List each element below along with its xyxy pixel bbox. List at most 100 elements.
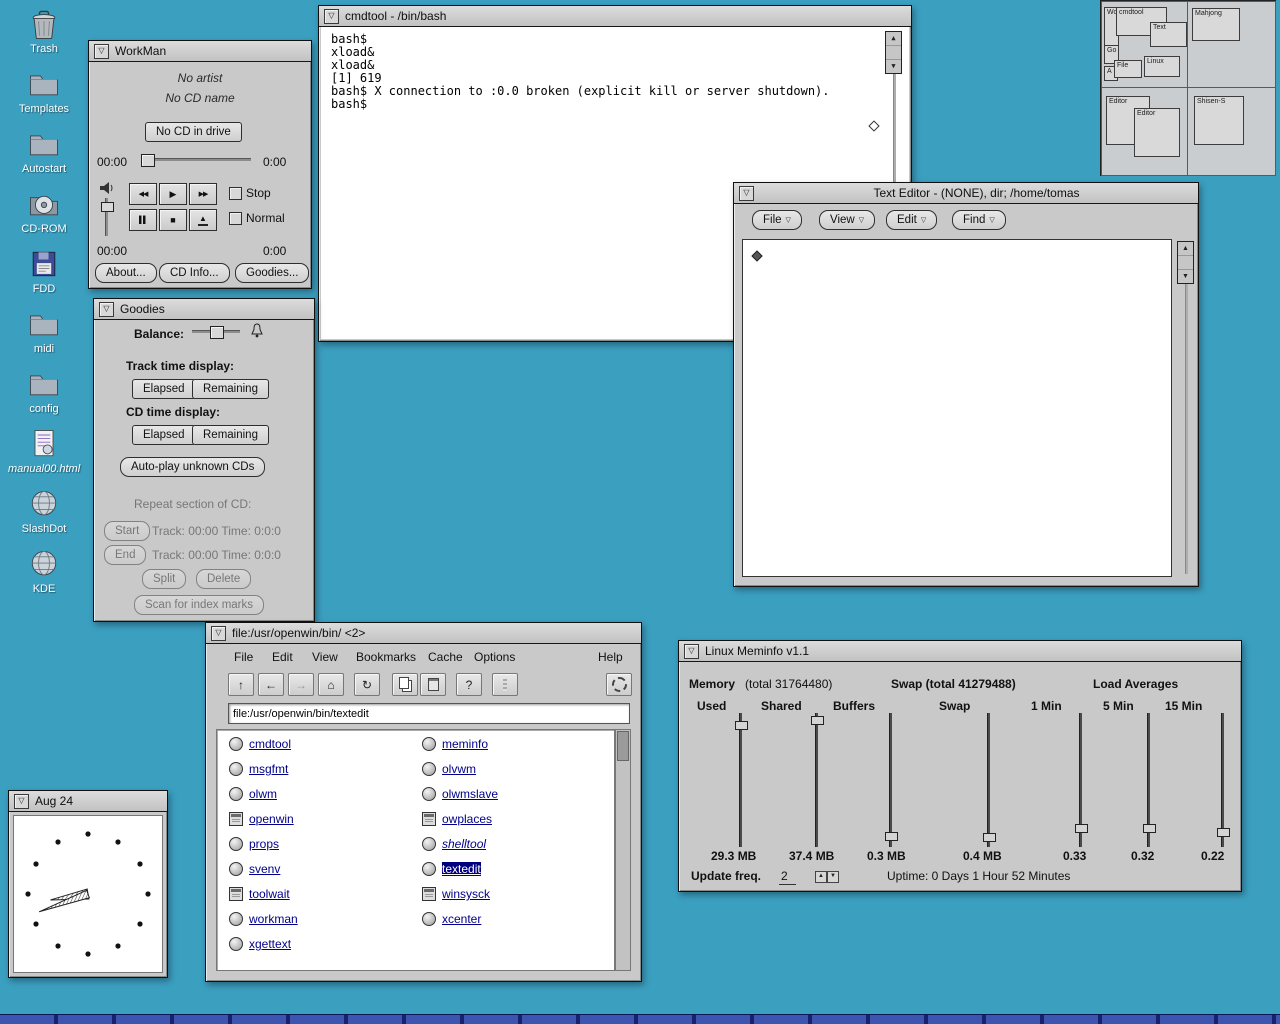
scroll-down-icon[interactable]: ▼ — [1178, 270, 1193, 283]
delete-button[interactable]: Delete — [196, 569, 251, 589]
cd-remaining-button[interactable]: Remaining — [192, 425, 269, 445]
update-freq-value[interactable]: 2 — [779, 869, 796, 885]
repeat-start-button[interactable]: Start — [104, 521, 150, 541]
list-item[interactable]: openwin — [229, 809, 294, 829]
pager-desktop-2[interactable]: Mahjong — [1187, 1, 1276, 89]
file-link[interactable]: textedit — [442, 862, 481, 876]
slider-thumb[interactable] — [141, 154, 155, 167]
file-link[interactable]: winsysck — [442, 887, 490, 901]
list-item[interactable]: shelltool — [422, 834, 486, 854]
goodies-button[interactable]: Goodies... — [235, 263, 309, 283]
menu-options[interactable]: Options — [474, 650, 515, 664]
next-track-button[interactable]: ▶▶ — [189, 183, 217, 205]
list-item[interactable]: meminfo — [422, 734, 488, 754]
meminfo-titlebar[interactable]: ▽ Linux Meminfo v1.1 — [679, 641, 1241, 662]
repeat-end-button[interactable]: End — [104, 545, 146, 565]
menu-edit[interactable]: Edit — [272, 650, 293, 664]
split-button[interactable]: Split — [142, 569, 186, 589]
cd-elapsed-button[interactable]: Elapsed — [132, 425, 196, 445]
pager-mini-window[interactable]: Text — [1150, 22, 1187, 47]
window-menu-button[interactable]: ▽ — [14, 794, 29, 809]
list-item-selected[interactable]: textedit — [422, 859, 481, 879]
desktop-icon-trash[interactable]: Trash — [8, 6, 80, 55]
scrollbar-elevator[interactable]: ▲ ▼ — [1177, 241, 1194, 284]
forward-button[interactable]: → — [288, 673, 314, 696]
pager-mini-window[interactable]: Shisen-S — [1194, 96, 1244, 145]
scrollbar-elevator[interactable]: ▲ ▼ — [885, 31, 902, 74]
reload-button[interactable]: ↻ — [354, 673, 380, 696]
track-remaining-button[interactable]: Remaining — [192, 379, 269, 399]
update-freq-up-button[interactable]: ▲ — [815, 871, 827, 883]
home-button[interactable]: ⌂ — [318, 673, 344, 696]
cd-status-button[interactable]: No CD in drive — [145, 122, 242, 142]
window-menu-button[interactable]: ▽ — [94, 44, 109, 59]
menu-bookmarks[interactable]: Bookmarks — [356, 650, 416, 664]
slider-thumb[interactable] — [210, 326, 224, 339]
clock-titlebar[interactable]: ▽ Aug 24 — [9, 791, 167, 812]
play-button[interactable]: ▶ — [159, 183, 187, 205]
list-item[interactable]: olwmslave — [422, 784, 498, 804]
file-link[interactable]: props — [249, 837, 279, 851]
list-item[interactable]: cmdtool — [229, 734, 291, 754]
desktop-icon-slashdot[interactable]: SlashDot — [8, 486, 80, 535]
up-button[interactable]: ↑ — [228, 673, 254, 696]
stop-button[interactable] — [492, 673, 518, 696]
scroll-up-icon[interactable]: ▲ — [886, 32, 901, 46]
window-menu-button[interactable]: ▽ — [684, 644, 699, 659]
slider-thumb[interactable] — [101, 202, 114, 212]
list-item[interactable]: props — [229, 834, 279, 854]
workman-titlebar[interactable]: ▽ WorkMan — [89, 41, 311, 62]
eject-button[interactable]: ▲ — [189, 209, 217, 231]
desktop-icon-midi[interactable]: midi — [8, 306, 80, 355]
file-link[interactable]: workman — [249, 912, 298, 926]
file-link[interactable]: toolwait — [249, 887, 290, 901]
list-item[interactable]: xgettext — [229, 934, 291, 954]
menu-cache[interactable]: Cache — [428, 650, 463, 664]
desktop-icon-kde[interactable]: KDE — [8, 546, 80, 595]
scan-index-button[interactable]: Scan for index marks — [134, 595, 264, 615]
file-link[interactable]: svenv — [249, 862, 280, 876]
list-item[interactable]: olwm — [229, 784, 277, 804]
file-link[interactable]: msgfmt — [249, 762, 288, 776]
cd-info-button[interactable]: CD Info... — [159, 263, 230, 283]
find-menu-button[interactable]: Find▽ — [952, 210, 1006, 230]
list-item[interactable]: svenv — [229, 859, 280, 879]
list-item[interactable]: xcenter — [422, 909, 481, 929]
update-freq-down-button[interactable]: ▼ — [827, 871, 839, 883]
window-menu-button[interactable]: ▽ — [739, 186, 754, 201]
help-button[interactable]: ? — [456, 673, 482, 696]
autoplay-button[interactable]: Auto-play unknown CDs — [120, 457, 265, 477]
pager-desktop-1[interactable]: Wo Go A cmdtool Text File Linux — [1101, 1, 1189, 89]
taskbar[interactable] — [0, 1014, 1280, 1024]
desktop-icon-autostart[interactable]: Autostart — [8, 126, 80, 175]
gear-button[interactable] — [606, 673, 632, 696]
list-item[interactable]: msgfmt — [229, 759, 288, 779]
scrollbar-cable[interactable] — [1185, 241, 1188, 574]
stop-button[interactable]: ■ — [159, 209, 187, 231]
file-link[interactable]: xcenter — [442, 912, 481, 926]
texteditor-titlebar[interactable]: ▽ Text Editor - (NONE), dir; /home/tomas — [734, 183, 1198, 204]
scroll-drag-box[interactable] — [1178, 256, 1193, 270]
menu-help[interactable]: Help — [598, 650, 623, 664]
window-menu-button[interactable]: ▽ — [99, 302, 114, 317]
scroll-down-icon[interactable]: ▼ — [886, 60, 901, 73]
scrollbar-track[interactable] — [615, 729, 631, 971]
text-area[interactable] — [742, 239, 1172, 577]
desktop-icon-fdd[interactable]: FDD — [8, 246, 80, 295]
back-button[interactable]: ← — [258, 673, 284, 696]
pager-mini-window[interactable]: Editor — [1134, 108, 1180, 157]
file-link[interactable]: openwin — [249, 812, 294, 826]
filemanager-titlebar[interactable]: ▽ file:/usr/openwin/bin/ <2> — [206, 623, 641, 644]
list-item[interactable]: toolwait — [229, 884, 290, 904]
paste-button[interactable] — [420, 673, 446, 696]
copy-button[interactable] — [392, 673, 418, 696]
pager-mini-window[interactable]: Linux — [1144, 56, 1180, 77]
list-item[interactable]: olvwm — [422, 759, 476, 779]
file-link[interactable]: shelltool — [442, 837, 486, 851]
stop-mode-checkbox[interactable] — [229, 187, 242, 200]
desktop-icon-config[interactable]: config — [8, 366, 80, 415]
about-button[interactable]: About... — [95, 263, 157, 283]
file-link[interactable]: owplaces — [442, 812, 492, 826]
scroll-up-icon[interactable]: ▲ — [1178, 242, 1193, 256]
view-menu-button[interactable]: View▽ — [819, 210, 875, 230]
